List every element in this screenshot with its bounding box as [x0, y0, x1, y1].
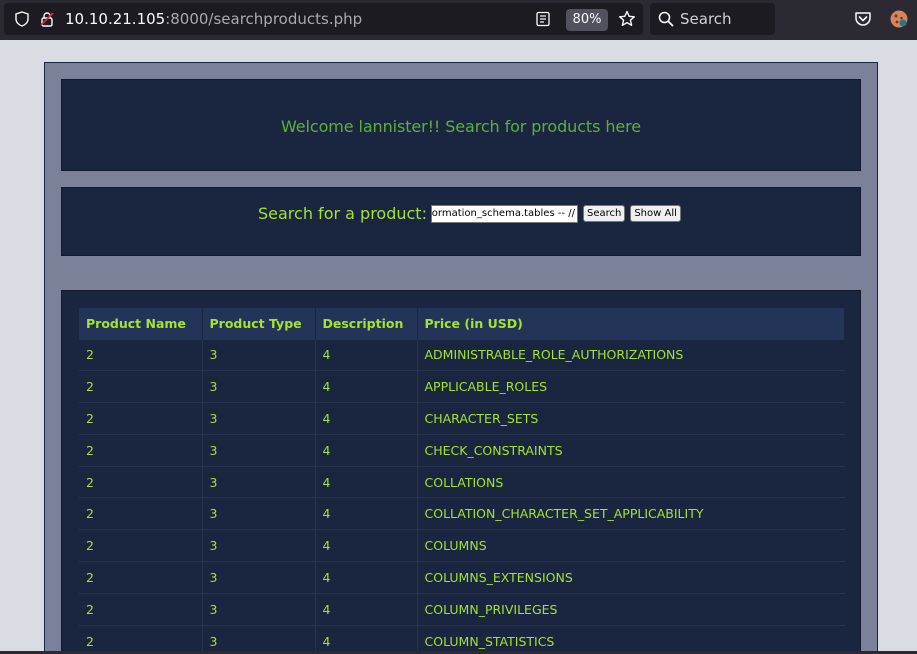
table-row: 2 3 4 COLUMNS: [79, 529, 845, 562]
table-cell: CHARACTER_SETS: [417, 402, 845, 435]
table-cell: COLLATION_CHARACTER_SET_APPLICABILITY: [417, 497, 845, 530]
search-box-placeholder: Search: [680, 10, 732, 28]
reader-view-icon[interactable]: [535, 11, 551, 27]
page-container: Welcome lannister!! Search for products …: [44, 62, 878, 654]
url-path: :8000/searchproducts.php: [165, 10, 363, 28]
table-cell: 3: [202, 624, 316, 654]
url-host: 10.10.21.105: [65, 10, 166, 28]
search-form: Search for a product: ' union select 2,3…: [258, 204, 681, 223]
cookie-extension-icon[interactable]: [889, 9, 909, 29]
table-cell: COLUMN_STATISTICS: [417, 624, 845, 654]
table-row: 2 3 4 COLUMNS_EXTENSIONS: [79, 561, 845, 594]
table-cell: 3: [202, 402, 316, 435]
browser-search-box[interactable]: Search: [650, 3, 775, 35]
table-cell: 4: [315, 433, 418, 467]
header-description: Description: [315, 308, 418, 339]
table-row: 2 3 4 COLLATIONS: [79, 465, 845, 498]
product-search-value: ' union select 2,3,4,table_name from inf…: [430, 207, 575, 219]
table-cell: 3: [202, 561, 316, 594]
table-cell: 2: [79, 370, 203, 403]
table-cell: 4: [315, 338, 418, 371]
table-row: 2 3 4 APPLICABLE_ROLES: [79, 370, 845, 403]
table-row: 2 3 4 CHECK_CONSTRAINTS: [79, 433, 845, 467]
product-search-input[interactable]: ' union select 2,3,4,table_name from inf…: [430, 204, 578, 223]
table-cell: 3: [202, 529, 316, 562]
search-button[interactable]: Search: [582, 205, 626, 222]
table-cell: COLUMN_PRIVILEGES: [417, 592, 845, 626]
table-header-row: Product Name Product Type Description Pr…: [79, 308, 845, 339]
table-cell: COLUMNS_EXTENSIONS: [417, 561, 845, 594]
table-cell: 2: [79, 497, 203, 530]
search-panel: Search for a product: ' union select 2,3…: [61, 187, 861, 256]
table-cell: 3: [202, 370, 316, 403]
table-cell: 2: [79, 433, 203, 467]
table-cell: CHECK_CONSTRAINTS: [417, 433, 845, 467]
browser-toolbar: 10.10.21.105:8000/searchproducts.php 80%…: [0, 0, 917, 40]
table-cell: 3: [202, 465, 316, 498]
table-cell: COLLATIONS: [417, 465, 845, 498]
table-cell: 2: [79, 465, 203, 498]
table-row: 2 3 4 CHARACTER_SETS: [79, 402, 845, 435]
table-cell: 3: [202, 338, 316, 371]
pocket-icon[interactable]: [854, 11, 872, 27]
table-cell: 2: [79, 561, 203, 594]
table-cell: 4: [315, 402, 418, 435]
table-cell: 4: [315, 465, 418, 498]
results-panel: Product Name Product Type Description Pr…: [61, 290, 861, 654]
shield-icon[interactable]: [14, 11, 30, 27]
table-cell: 2: [79, 338, 203, 371]
table-cell: 4: [315, 529, 418, 562]
table-cell: 4: [315, 370, 418, 403]
table-row: 2 3 4 COLUMN_STATISTICS: [79, 624, 845, 654]
table-cell: 3: [202, 592, 316, 626]
table-row: 2 3 4 ADMINISTRABLE_ROLE_AUTHORIZATIONS: [79, 338, 845, 371]
header-product-name: Product Name: [79, 308, 203, 339]
welcome-message: Welcome lannister!! Search for products …: [281, 117, 641, 136]
table-cell: 4: [315, 624, 418, 654]
table-cell: 4: [315, 497, 418, 530]
url-bar[interactable]: 10.10.21.105:8000/searchproducts.php 80%: [4, 3, 643, 35]
table-cell: 2: [79, 402, 203, 435]
table-cell: 2: [79, 592, 203, 626]
table-cell: 2: [79, 624, 203, 654]
table-cell: 2: [79, 529, 203, 562]
insecure-lock-icon[interactable]: [39, 11, 55, 27]
table-cell: 4: [315, 561, 418, 594]
bookmark-star-icon[interactable]: [618, 10, 636, 28]
header-product-type: Product Type: [202, 308, 316, 339]
table-cell: APPLICABLE_ROLES: [417, 370, 845, 403]
table-cell: 3: [202, 433, 316, 467]
table-cell: 4: [315, 592, 418, 626]
table-row: 2 3 4 COLLATION_CHARACTER_SET_APPLICABILITY: [79, 497, 845, 530]
show-all-button[interactable]: Show All: [630, 205, 681, 222]
url-text[interactable]: 10.10.21.105:8000/searchproducts.php: [65, 10, 362, 28]
table-cell: ADMINISTRABLE_ROLE_AUTHORIZATIONS: [417, 338, 845, 371]
header-price: Price (in USD): [417, 308, 845, 339]
table-cell: 3: [202, 497, 316, 530]
search-icon: [658, 11, 674, 27]
search-label: Search for a product:: [258, 204, 427, 223]
table-row: 2 3 4 COLUMN_PRIVILEGES: [79, 592, 845, 626]
zoom-level-button[interactable]: 80%: [566, 9, 608, 31]
welcome-panel: Welcome lannister!! Search for products …: [61, 79, 861, 171]
products-table: Product Name Product Type Description Pr…: [79, 308, 845, 654]
table-cell: COLUMNS: [417, 529, 845, 562]
